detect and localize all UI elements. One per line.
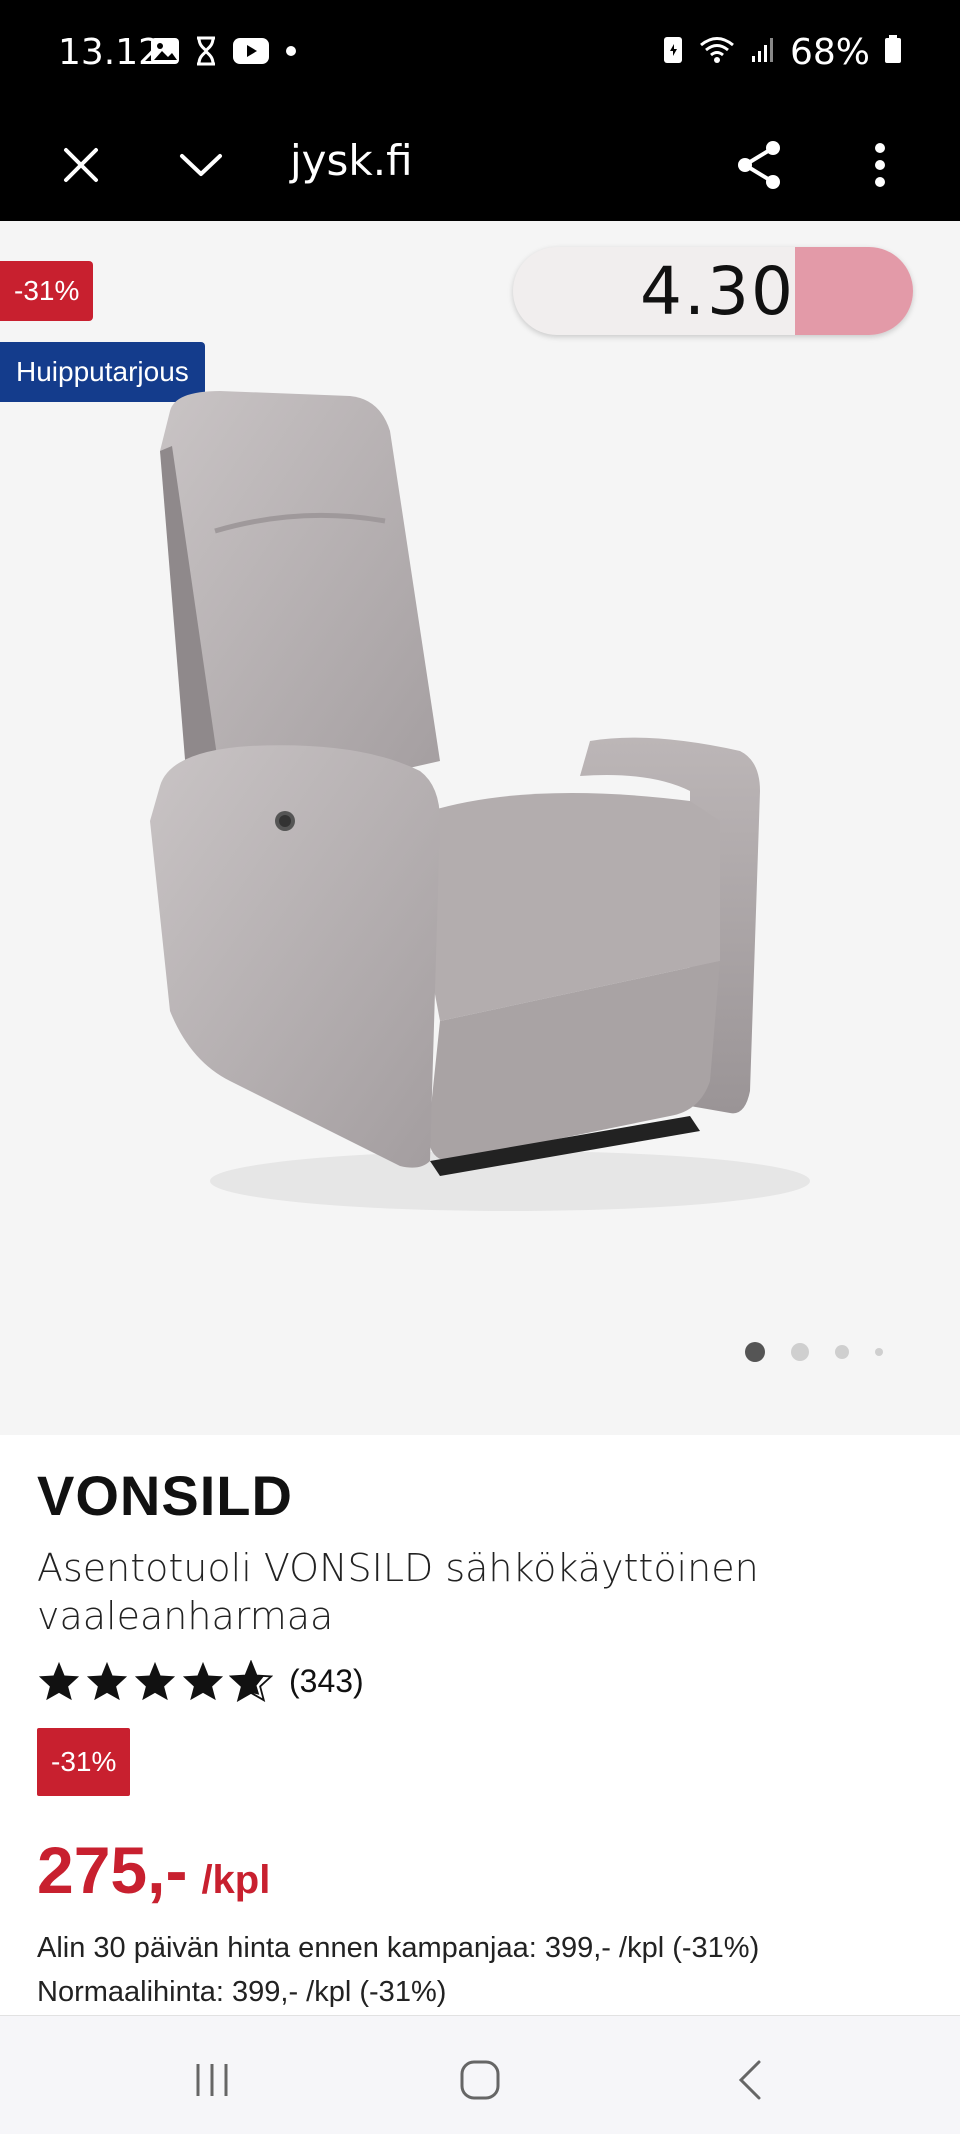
system-navigation-bar [0,2015,960,2134]
price-notes: Alin 30 päivän hinta ennen kampanjaa: 39… [37,1926,927,2014]
chevron-down-icon[interactable] [166,130,236,200]
product-description: Asentotuoli VONSILD sähkökäyttöinen vaal… [37,1546,759,1638]
product-price: 275,- /kpl [37,1832,927,1908]
lowest-price-note: Alin 30 päivän hinta ennen kampanjaa: 39… [37,1932,760,1964]
price-unit: /kpl [201,1858,271,1902]
product-image-carousel[interactable]: -31% Huipputarjous 4.30 [0,221,960,1435]
carousel-dot-3[interactable] [835,1345,849,1359]
price-amount: 275,- [37,1833,188,1907]
star-icon [86,1661,128,1701]
star-icon [182,1661,224,1701]
star-icon [38,1661,80,1701]
youtube-icon [232,37,270,70]
signal-icon [750,32,776,73]
product-rating[interactable]: (343) [37,1660,927,1702]
carousel-indicators [745,1342,883,1362]
share-icon[interactable] [725,130,795,200]
back-icon[interactable] [720,2050,780,2110]
status-bar: 13.12 68% [0,0,960,108]
dot-icon [284,44,298,63]
rating-stars [37,1660,273,1702]
discount-badge: -31% [0,261,94,321]
star-icon [134,1661,176,1701]
battery-percentage: 68% [789,32,870,73]
home-icon[interactable] [450,2050,510,2110]
wifi-icon [698,32,736,73]
half-star-icon [229,1660,273,1702]
more-vert-icon[interactable] [845,130,915,200]
close-icon[interactable] [46,130,116,200]
price-discount-badge: -31% [37,1728,131,1796]
url-text[interactable]: jysk.fi [290,136,413,185]
carousel-dot-2[interactable] [791,1343,809,1361]
product-brand: VONSILD [37,1464,293,1527]
browser-toolbar: jysk.fi [0,108,960,221]
product-image [150,391,810,1211]
gallery-icon [150,37,180,70]
battery-icon [884,32,902,73]
carousel-dot-1[interactable] [745,1342,765,1362]
battery-saver-icon [662,32,684,73]
speed-fill [795,247,913,335]
speed-value: 4.30 [640,253,795,330]
carousel-dot-4[interactable] [875,1348,883,1356]
recent-apps-icon[interactable] [182,2050,242,2110]
review-count: (343) [289,1662,364,1699]
speed-indicator: 4.30 [513,247,913,335]
normal-price-note: Normaalihinta: 399,- /kpl (-31%) [37,1976,447,2008]
product-info: VONSILD Asentotuoli VONSILD sähkökäyttöi… [37,1435,927,2014]
hourglass-icon [194,36,218,71]
status-time: 13.12 [58,32,162,73]
